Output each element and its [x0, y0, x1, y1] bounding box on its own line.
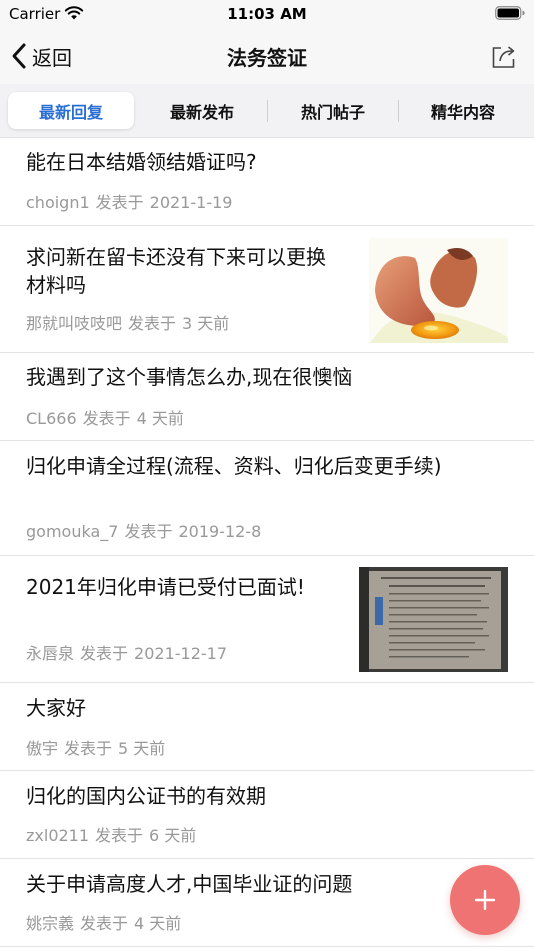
tab-label: 最新发布: [169, 102, 234, 122]
list-item[interactable]: 求问新在留卡还没有下来可以更换材料吗 那就叫吱吱吧 发表于 3 天前: [0, 226, 534, 353]
post-author: 永唇泉: [26, 644, 75, 663]
list-item[interactable]: 我遇到了这个事情怎么办,现在很懊恼 CL666 发表于 4 天前: [0, 353, 534, 441]
list-item[interactable]: 归化申请全过程(流程、资料、归化后变更手续) gomouka_7 发表于 2019-…: [0, 441, 534, 556]
post-author: 那就叫吱吱吧: [26, 314, 123, 333]
list-item[interactable]: 大家好 傲宇 发表于 5 天前: [0, 683, 534, 771]
post-meta: 永唇泉 发表于 2021-12-17: [26, 640, 227, 664]
post-title: 关于申请高度人才,中国毕业证的问题: [26, 872, 353, 896]
post-meta: 姚宗義 发表于 4 天前: [26, 910, 181, 934]
list-item[interactable]: 能在日本结婚领结婚证吗? choign1 发表于 2021-1-19: [0, 139, 534, 226]
status-bar: Carrier 11:03 AM: [0, 0, 534, 28]
plus-icon: [474, 889, 496, 911]
tab-divider: [267, 100, 268, 122]
add-post-button[interactable]: [450, 865, 520, 935]
post-title: 求问新在留卡还没有下来可以更换材料吗: [26, 245, 326, 297]
post-time: 2021-1-19: [149, 193, 233, 212]
post-label: 发表于: [128, 314, 177, 333]
tab-hot-posts[interactable]: 热门帖子: [270, 92, 396, 129]
post-title: 2021年归化申请已受付已面试!: [26, 575, 305, 599]
post-title: 归化申请全过程(流程、资料、归化后变更手续): [26, 454, 442, 478]
post-author: CL666: [26, 409, 77, 428]
page-title: 法务签证: [227, 46, 307, 70]
post-title: 能在日本结婚领结婚证吗?: [26, 150, 257, 174]
post-time: 4 天前: [136, 409, 184, 428]
tab-label: 热门帖子: [300, 102, 365, 122]
post-meta: CL666 发表于 4 天前: [26, 405, 184, 429]
post-meta: choign1 发表于 2021-1-19: [26, 189, 232, 213]
post-label: 发表于: [82, 409, 131, 428]
post-label: 发表于: [80, 644, 129, 663]
post-author: 姚宗義: [26, 914, 75, 933]
tab-label: 最新回复: [38, 102, 103, 122]
post-time: 5 天前: [118, 739, 166, 758]
post-label: 发表于: [64, 739, 113, 758]
post-meta: gomouka_7 发表于 2019-12-8: [26, 518, 261, 542]
post-author: gomouka_7: [26, 522, 119, 541]
post-time: 3 天前: [182, 314, 230, 333]
tab-latest-replies[interactable]: 最新回复: [8, 92, 134, 129]
post-title: 大家好: [26, 696, 86, 720]
post-author: zxl0211: [26, 826, 90, 845]
nav-bar: 返回 法务签证: [0, 28, 534, 84]
post-author: 傲宇: [26, 739, 59, 758]
tab-divider: [398, 100, 399, 122]
post-time: 6 天前: [149, 826, 197, 845]
app-screen: Carrier 11:03 AM 返回 法务签证 最新回复 最新发布 热门帖子 …: [0, 0, 534, 950]
post-label: 发表于: [80, 914, 129, 933]
post-meta: zxl0211 发表于 6 天前: [26, 822, 196, 846]
battery-icon: [495, 6, 525, 20]
clock: 11:03 AM: [227, 5, 307, 23]
post-list: 能在日本结婚领结婚证吗? choign1 发表于 2021-1-19 求问新在留卡还…: [0, 139, 534, 947]
post-time: 2019-12-8: [178, 522, 262, 541]
post-author: choign1: [26, 193, 90, 212]
post-thumbnail: [359, 567, 508, 672]
post-label: 发表于: [124, 522, 173, 541]
tab-latest-posts[interactable]: 最新发布: [138, 92, 266, 129]
post-title: 我遇到了这个事情怎么办,现在很懊恼: [26, 365, 353, 389]
list-item[interactable]: 2021年归化申请已受付已面试! 永唇泉 发表于 2021-12-17: [0, 556, 534, 683]
tab-label: 精华内容: [430, 102, 495, 122]
tab-featured[interactable]: 精华内容: [400, 92, 526, 129]
segmented-tabs: 最新回复 最新发布 热门帖子 精华内容: [0, 84, 534, 138]
post-label: 发表于: [95, 193, 144, 212]
post-thumbnail: [369, 238, 508, 343]
post-meta: 那就叫吱吱吧 发表于 3 天前: [26, 310, 229, 334]
post-meta: 傲宇 发表于 5 天前: [26, 735, 165, 759]
list-item[interactable]: 归化的国内公证书的有效期 zxl0211 发表于 6 天前: [0, 771, 534, 859]
post-time: 4 天前: [134, 914, 182, 933]
post-time: 2021-12-17: [134, 644, 228, 663]
post-label: 发表于: [95, 826, 144, 845]
share-icon[interactable]: [490, 42, 518, 70]
post-title: 归化的国内公证书的有效期: [26, 784, 266, 808]
